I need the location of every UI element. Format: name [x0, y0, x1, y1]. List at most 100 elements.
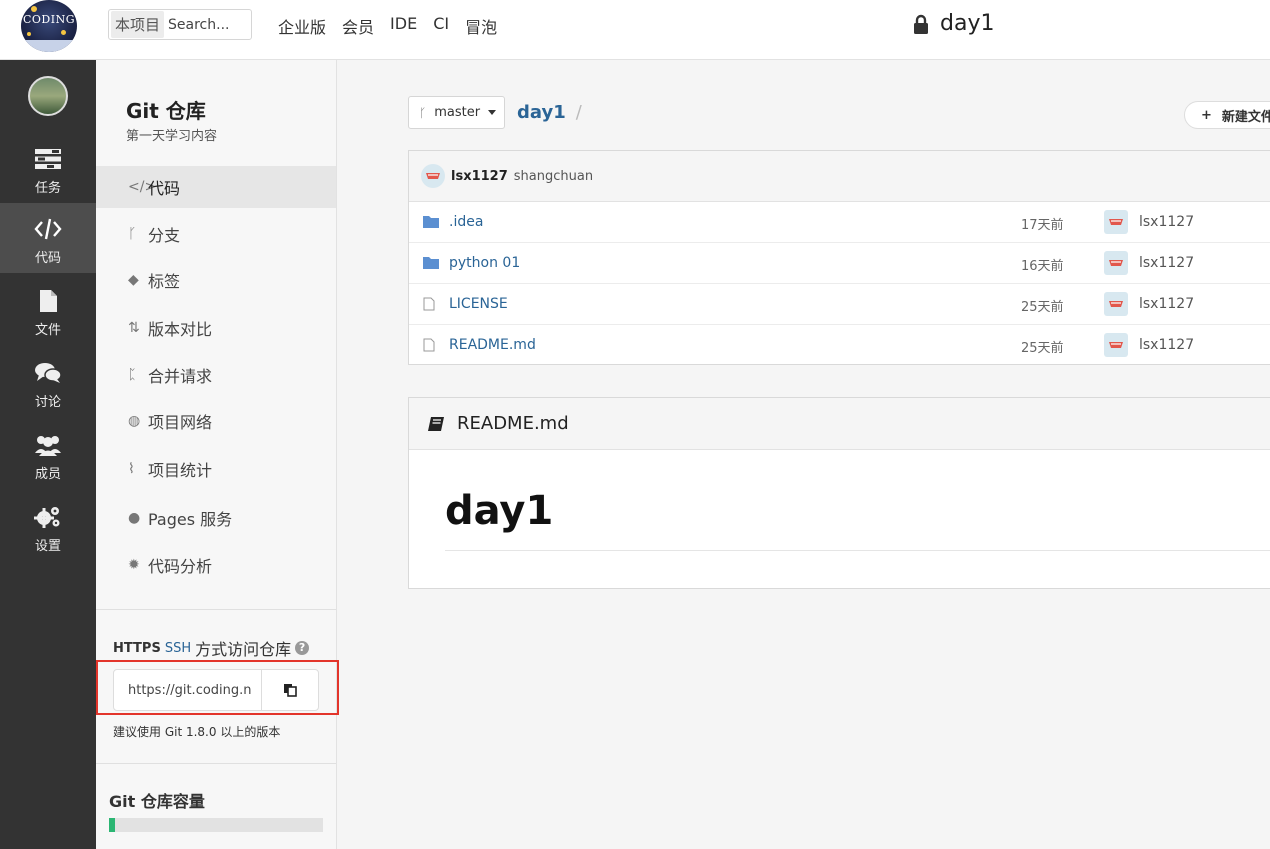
- globe-icon: ◍: [128, 413, 141, 429]
- sidebar-item-tasks[interactable]: 任务: [0, 133, 96, 203]
- readme-panel: README.md day1: [408, 397, 1270, 589]
- readme-filename: README.md: [457, 413, 569, 434]
- logo-text: CODING: [22, 13, 75, 26]
- document-icon: [423, 338, 435, 352]
- sidebar-label: 代码: [34, 251, 61, 266]
- analysis-icon: ✹: [128, 557, 140, 573]
- members-icon: [35, 436, 61, 456]
- file-user[interactable]: lsx1127: [1139, 337, 1194, 353]
- file-time: 16天前: [1021, 259, 1064, 274]
- breadcrumb: day1 /: [517, 102, 582, 123]
- new-file-label: 新建文件: [1221, 109, 1270, 125]
- commit-message[interactable]: shangchuan: [514, 169, 593, 184]
- nav-membership[interactable]: 会员: [342, 14, 374, 38]
- sidebar-item-files[interactable]: 文件: [0, 275, 96, 345]
- document-icon: [423, 297, 435, 311]
- nav-ci[interactable]: CI: [433, 14, 449, 38]
- gear-icon: [34, 507, 60, 528]
- menu-code[interactable]: </> 代码: [96, 166, 336, 208]
- menu-statistics[interactable]: ⌇ 项目统计: [96, 448, 336, 490]
- breadcrumb-separator: /: [575, 102, 582, 123]
- file-name[interactable]: LICENSE: [449, 296, 508, 312]
- file-name[interactable]: README.md: [449, 337, 536, 353]
- search-box[interactable]: 本项目: [108, 9, 252, 40]
- tag-icon: ◆: [128, 272, 139, 288]
- capacity-title: Git 仓库容量: [109, 792, 205, 811]
- user-avatar[interactable]: [1104, 333, 1128, 357]
- user-avatar[interactable]: [1104, 210, 1128, 234]
- menu-label: 代码分析: [148, 557, 213, 576]
- file-name[interactable]: python 01: [449, 255, 520, 271]
- folder-icon: [423, 257, 439, 269]
- sidebar-item-code[interactable]: 代码: [0, 203, 96, 273]
- commit-avatar[interactable]: [421, 164, 445, 188]
- search-scope[interactable]: 本项目: [111, 11, 165, 38]
- readme-heading: day1: [445, 488, 554, 534]
- sidebar-item-members[interactable]: 成员: [0, 419, 96, 489]
- file-user[interactable]: lsx1127: [1139, 255, 1194, 271]
- menu-pages[interactable]: ● Pages 服务: [96, 497, 336, 539]
- menu-merge-requests[interactable]: ᛈ 合并请求: [96, 354, 336, 396]
- menu-label: 代码: [148, 179, 181, 198]
- menu-label: 标签: [148, 272, 181, 291]
- menu-code-analysis[interactable]: ✹ 代码分析: [96, 544, 336, 586]
- sidebar-label: 讨论: [34, 395, 61, 410]
- pages-globe-icon: ●: [128, 510, 141, 526]
- compare-icon: ⇅: [128, 320, 140, 336]
- help-icon[interactable]: ?: [295, 641, 310, 655]
- clone-url-input[interactable]: [114, 670, 262, 710]
- nav-enterprise[interactable]: 企业版: [278, 14, 326, 38]
- file-row[interactable]: python 01 16天前 lsx1127: [409, 243, 1270, 284]
- user-avatar[interactable]: [1104, 251, 1128, 275]
- file-user[interactable]: lsx1127: [1139, 214, 1194, 230]
- menu-branches[interactable]: ᚴ 分支: [96, 213, 336, 255]
- plus-icon: +: [1201, 107, 1212, 123]
- nav-bubble[interactable]: 冒泡: [465, 14, 497, 38]
- latest-commit: lsx1127 shangchuan: [409, 151, 1270, 202]
- sidebar-label: 设置: [34, 539, 61, 554]
- menu-label: 版本对比: [148, 320, 213, 339]
- file-row[interactable]: LICENSE 25天前 lsx1127: [409, 284, 1270, 325]
- readme-header: README.md: [409, 398, 1270, 450]
- https-toggle[interactable]: HTTPS: [113, 641, 161, 656]
- branch-selector[interactable]: ᚴ master: [408, 96, 505, 129]
- file-time: 25天前: [1021, 341, 1064, 356]
- task-list-icon: [35, 149, 61, 169]
- coding-logo[interactable]: CODING: [21, 0, 77, 52]
- menu-tags[interactable]: ◆ 标签: [96, 259, 336, 301]
- sidebar-item-discussion[interactable]: 讨论: [0, 347, 96, 417]
- lock-icon: [914, 14, 928, 34]
- new-file-button[interactable]: + 新建文件: [1184, 101, 1270, 129]
- top-nav: 企业版 会员 IDE CI 冒泡: [278, 14, 497, 38]
- clone-url-box: [113, 669, 319, 711]
- access-text: 方式访问仓库: [195, 640, 292, 659]
- file-user[interactable]: lsx1127: [1139, 296, 1194, 312]
- commit-author[interactable]: lsx1127: [451, 169, 508, 184]
- menu-network[interactable]: ◍ 项目网络: [96, 400, 336, 442]
- search-input[interactable]: [168, 16, 243, 33]
- menu-compare[interactable]: ⇅ 版本对比: [96, 307, 336, 349]
- nav-ide[interactable]: IDE: [390, 14, 417, 38]
- chart-icon: ⌇: [128, 461, 135, 477]
- repo-title-text: day1: [940, 11, 995, 36]
- code-icon: </>: [128, 179, 157, 195]
- copy-button[interactable]: [262, 670, 318, 710]
- breadcrumb-repo[interactable]: day1: [517, 102, 566, 123]
- sidebar-label: 成员: [34, 467, 61, 482]
- file-name[interactable]: .idea: [449, 214, 483, 230]
- user-avatar[interactable]: [28, 76, 68, 116]
- code-icon: [34, 218, 62, 240]
- copy-icon: [284, 684, 297, 697]
- user-avatar[interactable]: [1104, 292, 1128, 316]
- branch-icon: ᚴ: [128, 226, 137, 242]
- file-row[interactable]: .idea 17天前 lsx1127: [409, 202, 1270, 243]
- chat-icon: [35, 363, 62, 383]
- menu-label: 项目网络: [148, 413, 213, 432]
- file-row[interactable]: README.md 25天前 lsx1127: [409, 325, 1270, 366]
- file-icon: [40, 290, 57, 312]
- sidebar-item-settings[interactable]: 设置: [0, 491, 96, 561]
- ssh-toggle[interactable]: SSH: [165, 641, 191, 656]
- logo-star: [61, 30, 66, 35]
- readme-rule: [445, 550, 1270, 551]
- menu-label: 合并请求: [148, 367, 213, 386]
